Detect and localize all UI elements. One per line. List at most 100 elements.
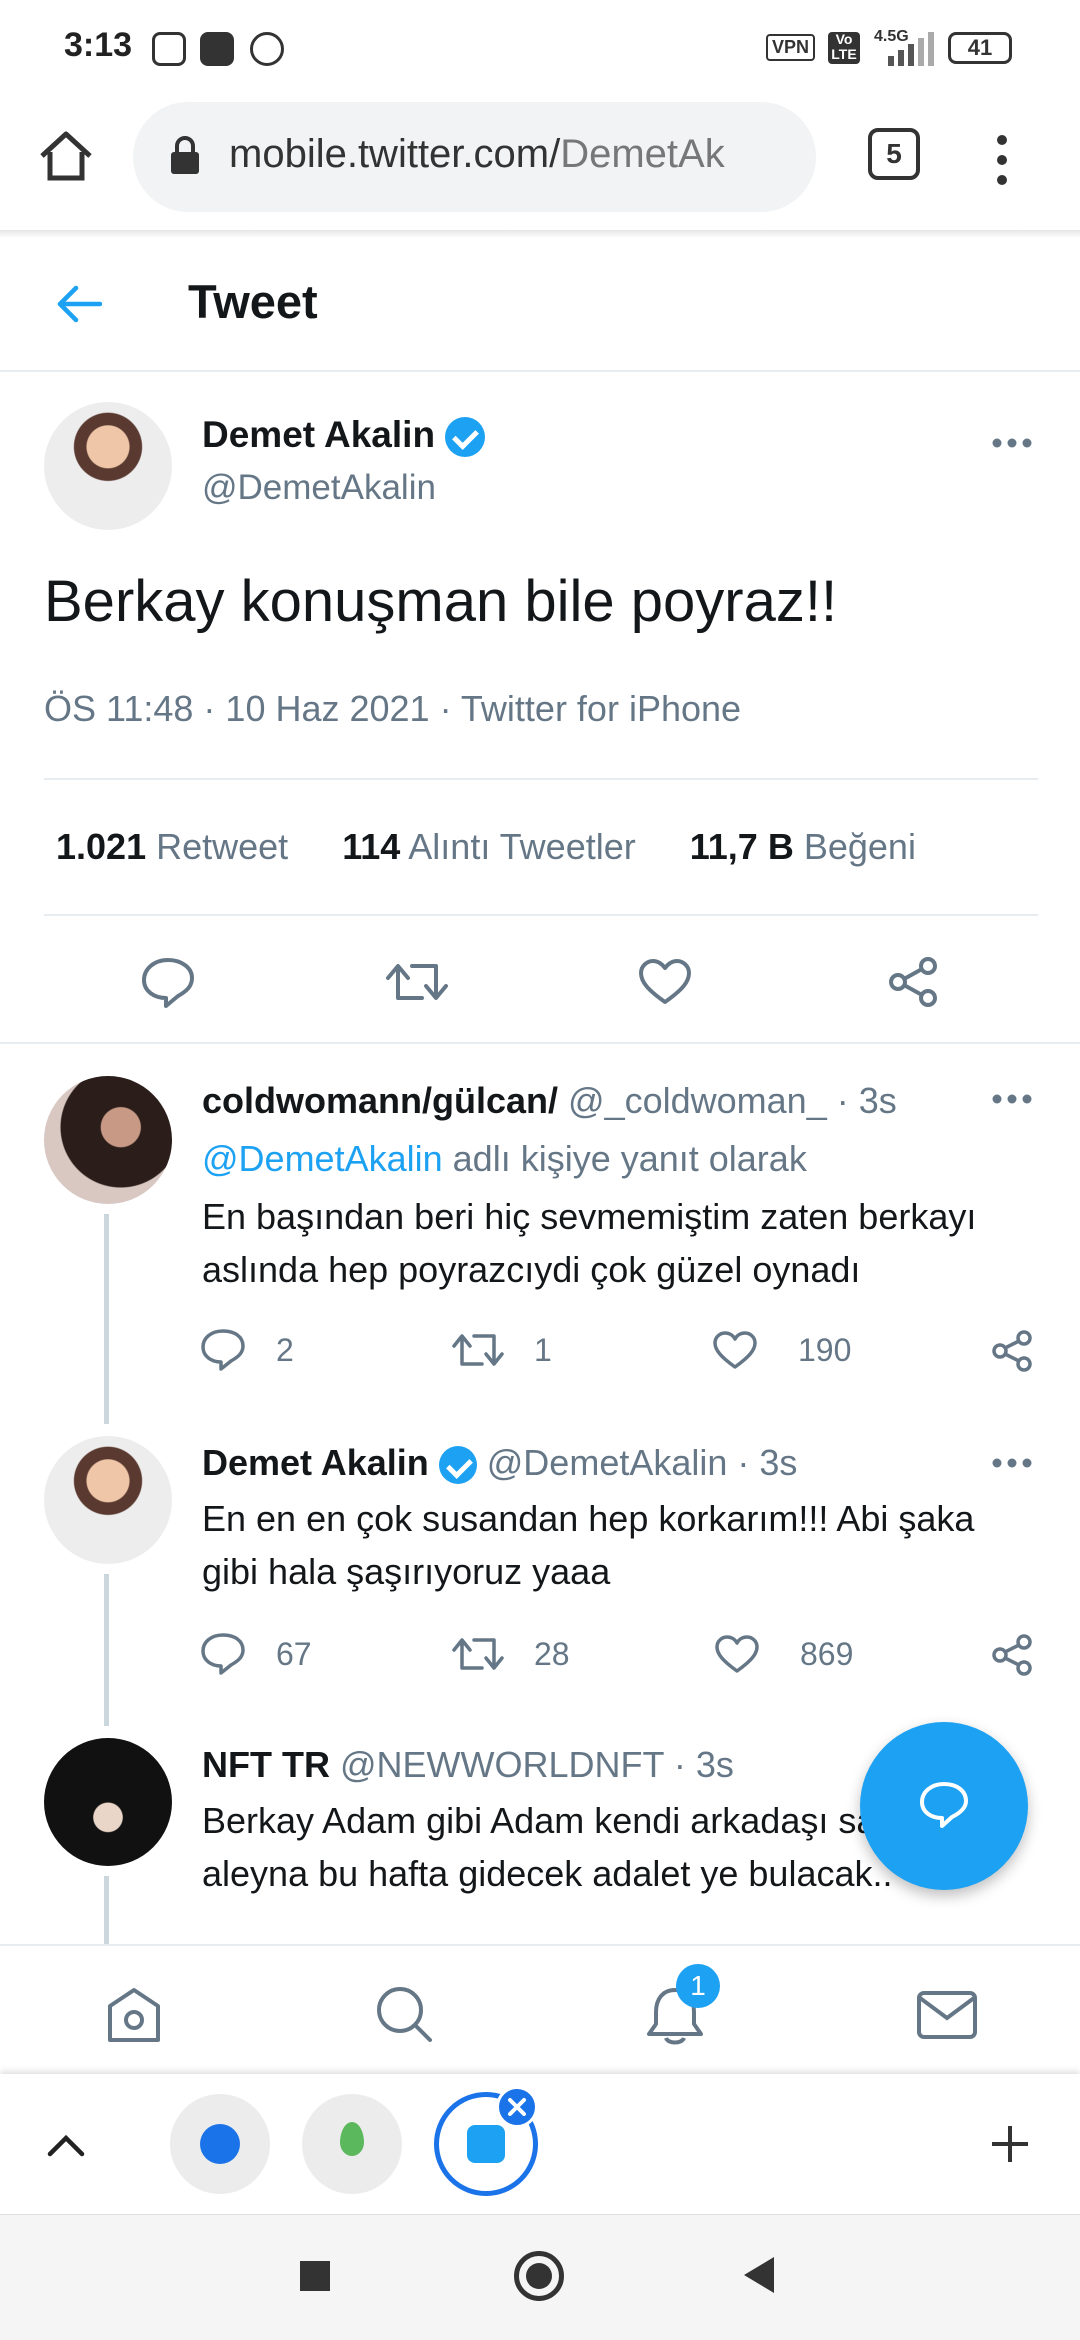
- reply-author-name: Demet Akalin: [202, 1442, 429, 1483]
- overflow-menu-icon[interactable]: [992, 132, 1012, 188]
- retweets-stat[interactable]: 1.021 Retweet: [56, 826, 288, 868]
- volte-indicator: Vo LTE: [828, 32, 860, 64]
- more-options-icon[interactable]: [992, 1092, 1032, 1110]
- quotes-count: 114: [342, 826, 401, 867]
- likes-label: Beğeni: [803, 826, 916, 867]
- reply-time: · 3s: [737, 1442, 798, 1483]
- avatar[interactable]: [44, 1076, 172, 1204]
- url-host: mobile.twitter.com/: [229, 132, 561, 176]
- floating-apps-bar: [0, 2074, 1080, 2214]
- divider: [0, 1042, 1080, 1044]
- toolbar-shadow: [0, 230, 1080, 238]
- recents-button[interactable]: [300, 2261, 330, 2291]
- chevron-up-icon[interactable]: [46, 2132, 86, 2158]
- reply-icon[interactable]: [140, 956, 196, 1008]
- like-action[interactable]: 190: [712, 1330, 851, 1370]
- reply-text: En en en çok susandan hep korkarım!!! Ab…: [202, 1498, 975, 1592]
- likes-count: 11,7 B: [689, 826, 794, 867]
- retweet-action[interactable]: 1: [452, 1330, 552, 1370]
- reply-context: @DemetAkalin adlı kişiye yanıt olarak: [202, 1138, 807, 1180]
- like-icon: [713, 1331, 757, 1369]
- reply-author-name: coldwomann/gülcan/: [202, 1080, 559, 1121]
- thread-line: [104, 1214, 109, 1424]
- like-action[interactable]: 869: [714, 1634, 853, 1674]
- home-icon[interactable]: [104, 1986, 164, 2044]
- reply-icon: [920, 1782, 968, 1828]
- status-bar: 3:13 VPN Vo LTE 4.5G 41: [0, 0, 1080, 98]
- status-time: 3:13: [64, 26, 133, 64]
- quotes-stat[interactable]: 114 Alıntı Tweetler: [342, 826, 636, 868]
- messages-icon[interactable]: [916, 1990, 978, 2040]
- drop-icon: [340, 2122, 364, 2156]
- like-icon: [715, 1635, 759, 1673]
- like-count: 869: [800, 1635, 854, 1672]
- like-icon[interactable]: [638, 958, 692, 1006]
- app-notification-icon: [250, 32, 284, 66]
- reply-text: En başından beri hiç sevmemiştim zaten b…: [202, 1196, 977, 1290]
- battery-indicator: 41: [948, 32, 1012, 64]
- share-icon[interactable]: [990, 1634, 1034, 1676]
- reply-action[interactable]: 2: [200, 1328, 294, 1372]
- reply-count: 2: [276, 1331, 294, 1368]
- bottom-nav: 1: [0, 1944, 1080, 2074]
- address-bar[interactable]: mobile.twitter.com/DemetAk: [133, 102, 816, 212]
- compose-reply-button[interactable]: [860, 1722, 1028, 1890]
- more-options-icon[interactable]: [992, 410, 1032, 460]
- retweets-count: 1.021: [56, 826, 147, 867]
- close-app-button[interactable]: [496, 2086, 538, 2128]
- tweet-text: Berkay konuşman bile poyraz!!: [44, 569, 838, 634]
- reply-header[interactable]: NFT TR @NEWWORLDNFT · 3s: [202, 1744, 734, 1786]
- home-icon[interactable]: [38, 130, 94, 182]
- retweet-icon[interactable]: [386, 958, 448, 1006]
- reply-time: · 3s: [673, 1744, 734, 1785]
- share-icon[interactable]: [886, 956, 940, 1008]
- system-navigation-bar: [0, 2214, 1080, 2340]
- notification-badge: 1: [676, 1964, 720, 2008]
- home-button-dot: [526, 2263, 552, 2289]
- retweet-action[interactable]: 28: [452, 1634, 570, 1674]
- lock-icon: [171, 136, 199, 174]
- reply-icon: [201, 1633, 245, 1675]
- url-text: mobile.twitter.com/DemetAk: [229, 132, 799, 177]
- signal-icon: [888, 32, 934, 66]
- close-icon: [508, 2098, 526, 2116]
- retweet-icon: [452, 1638, 504, 1670]
- reply-header[interactable]: coldwomann/gülcan/ @_coldwoman_ · 3s: [202, 1080, 897, 1122]
- author-name[interactable]: Demet Akalin: [202, 414, 486, 458]
- author-handle[interactable]: @DemetAkalin: [202, 468, 436, 508]
- reply-to-link[interactable]: @DemetAkalin: [202, 1138, 443, 1179]
- reply-header[interactable]: Demet Akalin @DemetAkalin · 3s: [202, 1442, 798, 1485]
- reply-author-handle: @_coldwoman_: [568, 1080, 827, 1121]
- verified-badge-icon: [438, 1446, 477, 1485]
- page-header: Tweet: [0, 238, 1080, 372]
- more-options-icon[interactable]: [992, 1456, 1032, 1474]
- avatar[interactable]: [44, 1436, 172, 1564]
- likes-stat[interactable]: 11,7 B Beğeni: [690, 826, 916, 868]
- home-button[interactable]: [514, 2251, 564, 2301]
- retweet-count: 1: [534, 1331, 552, 1368]
- like-count: 190: [798, 1331, 852, 1368]
- instagram-icon: [152, 32, 186, 66]
- search-icon[interactable]: [374, 1984, 434, 2044]
- tweet-meta: ÖS 11:48 · 10 Haz 2021 · Twitter for iPh…: [44, 688, 742, 729]
- huawei-icon: [200, 32, 234, 66]
- reply-icon: [201, 1329, 245, 1371]
- vpn-indicator: VPN: [766, 34, 816, 61]
- reply-author-handle: @DemetAkalin: [486, 1442, 728, 1483]
- share-icon[interactable]: [990, 1330, 1034, 1372]
- reply-author-handle: @NEWWORLDNFT: [339, 1744, 664, 1785]
- app-shortcut-drop[interactable]: [302, 2094, 402, 2194]
- reply-to-suffix: adlı kişiye yanıt olarak: [452, 1138, 807, 1179]
- back-arrow-icon[interactable]: [56, 284, 102, 324]
- add-icon[interactable]: [990, 2124, 1030, 2164]
- twitter-icon: [467, 2125, 505, 2163]
- back-button[interactable]: [742, 2255, 776, 2295]
- app-shortcut-messenger[interactable]: [170, 2094, 270, 2194]
- reply-action[interactable]: 67: [200, 1632, 312, 1676]
- messenger-icon: [200, 2124, 240, 2164]
- avatar[interactable]: [44, 1738, 172, 1866]
- retweets-label: Retweet: [156, 826, 289, 867]
- avatar[interactable]: [44, 402, 172, 530]
- tab-switcher-button[interactable]: 5: [868, 128, 920, 180]
- verified-badge-icon: [445, 417, 486, 458]
